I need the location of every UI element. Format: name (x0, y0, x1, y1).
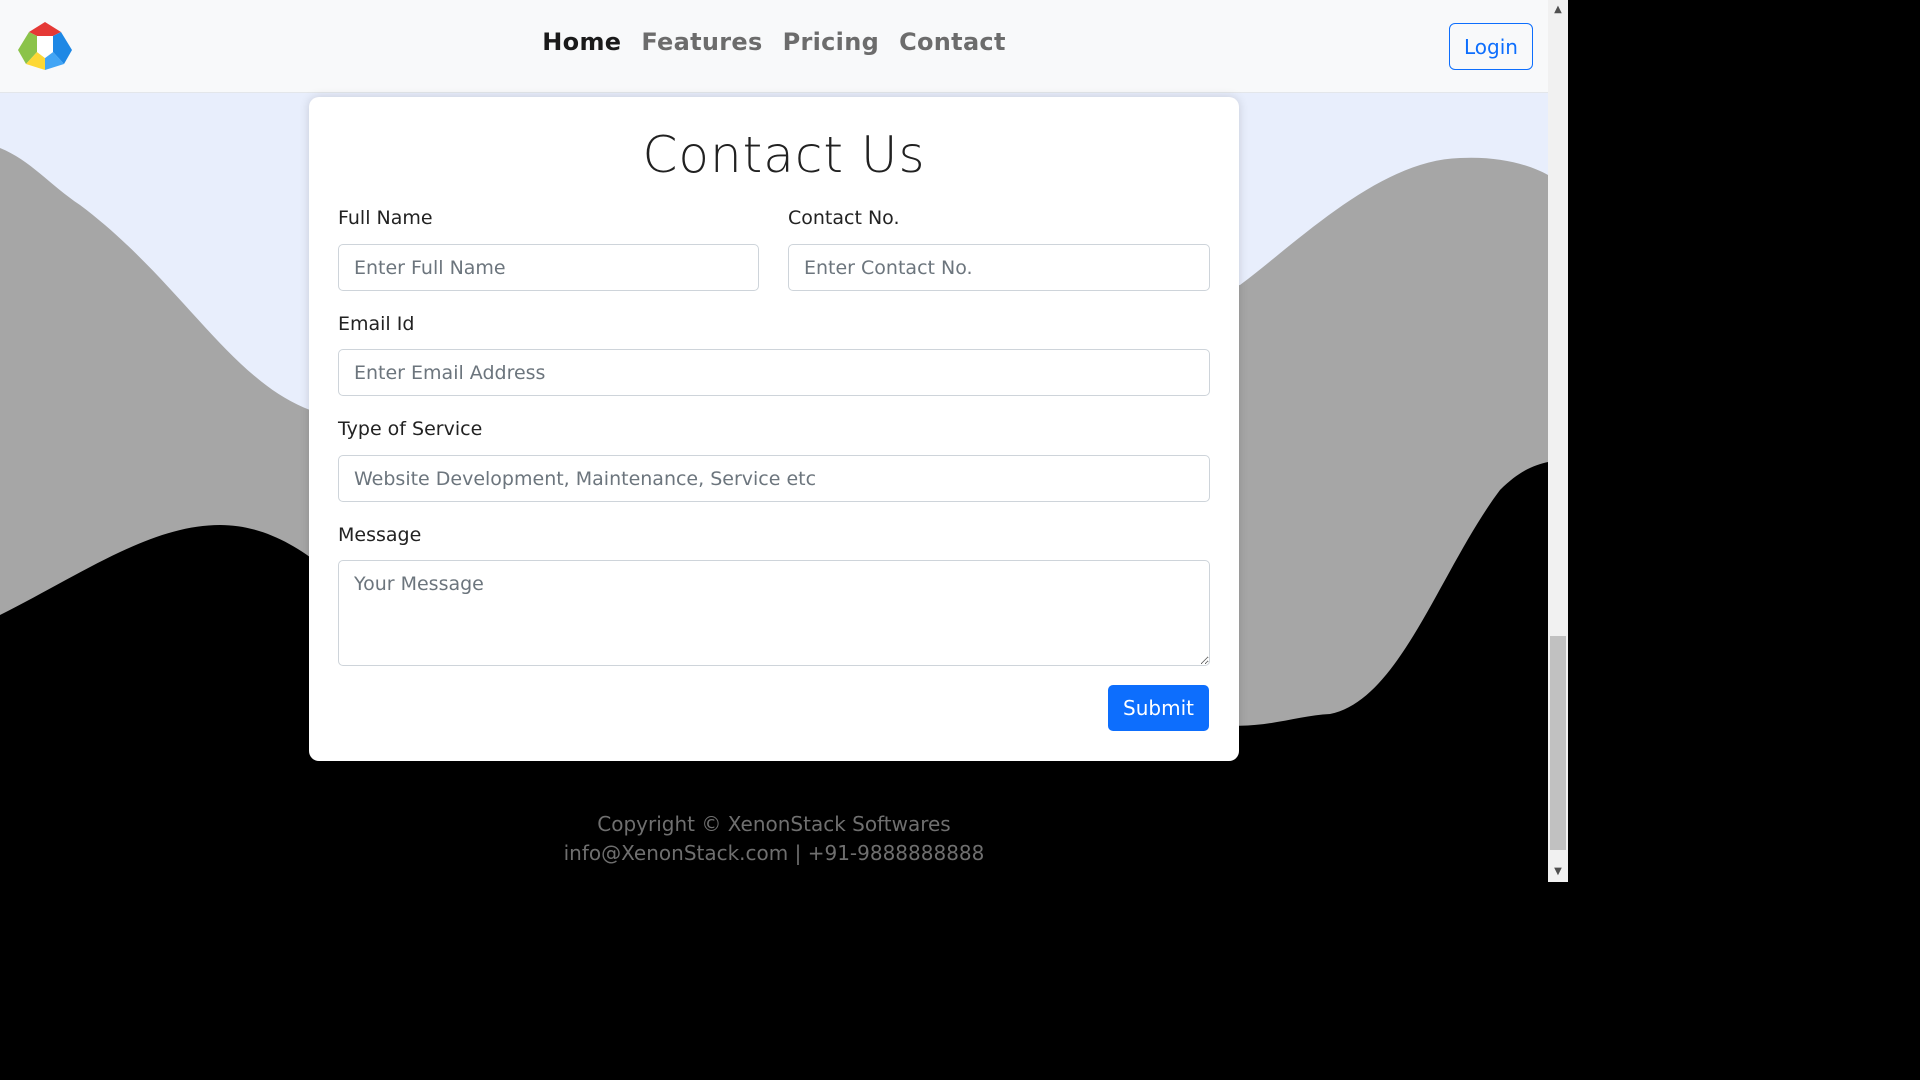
service-type-input[interactable] (338, 455, 1210, 502)
full-name-input[interactable] (338, 244, 759, 291)
nav-links: Home Features Pricing Contact (0, 28, 1548, 56)
email-label: Email Id (338, 313, 415, 335)
navbar: Home Features Pricing Contact Login (0, 0, 1548, 93)
login-button[interactable]: Login (1449, 23, 1533, 70)
scrollbar-thumb[interactable] (1550, 636, 1566, 850)
page-title: Contact Us (642, 126, 926, 184)
message-textarea[interactable] (338, 560, 1210, 666)
contact-no-input[interactable] (788, 244, 1210, 291)
full-name-label: Full Name (338, 207, 433, 229)
footer-contact-info: info@XenonStack.com | +91-9888888888 (563, 841, 985, 865)
scroll-down-arrow-icon[interactable]: ▼ (1550, 864, 1566, 880)
nav-link-home[interactable]: Home (542, 28, 621, 56)
service-type-label: Type of Service (338, 418, 483, 440)
submit-button[interactable]: Submit (1108, 685, 1209, 731)
footer-copyright: Copyright © XenonStack Softwares (597, 812, 951, 836)
email-input[interactable] (338, 349, 1210, 396)
nav-link-contact[interactable]: Contact (899, 28, 1006, 56)
nav-link-pricing[interactable]: Pricing (783, 28, 879, 56)
contact-no-label: Contact No. (788, 207, 900, 229)
message-label: Message (338, 524, 422, 546)
nav-link-features[interactable]: Features (641, 28, 762, 56)
scroll-up-arrow-icon[interactable]: ▲ (1550, 2, 1566, 18)
